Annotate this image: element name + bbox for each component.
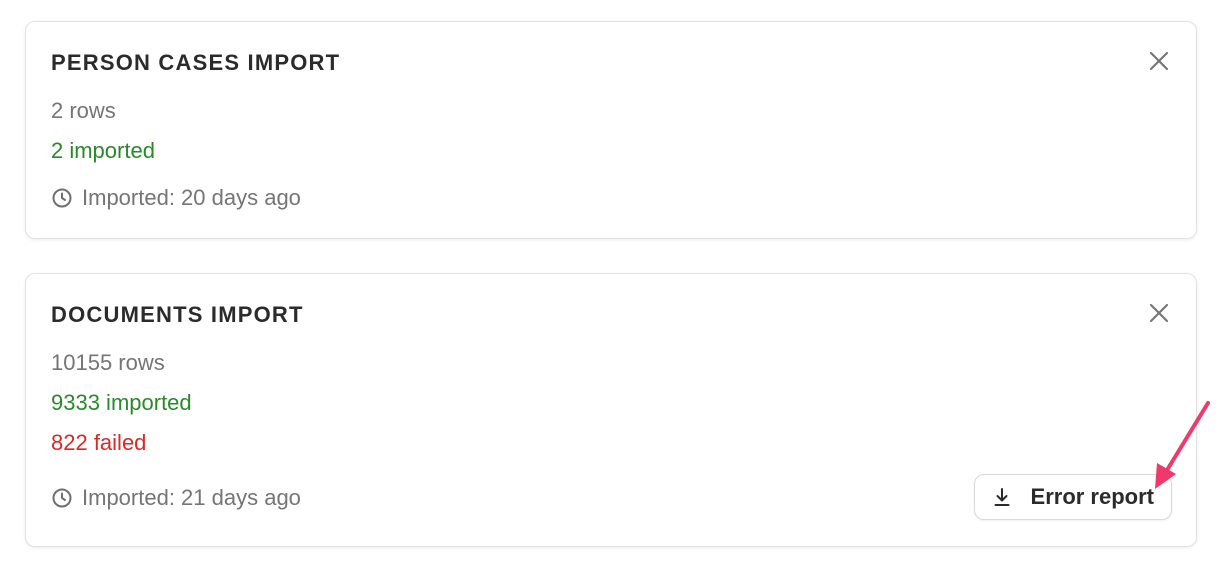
close-icon[interactable] xyxy=(1148,50,1170,72)
row-count: 2 rows xyxy=(51,98,116,123)
import-title: DOCUMENTS IMPORT xyxy=(51,302,304,327)
import-timestamp: Imported: 20 days ago xyxy=(51,185,301,211)
row-count: 10155 rows xyxy=(51,350,165,375)
download-icon xyxy=(993,487,1011,507)
imported-count: 2 imported xyxy=(51,138,155,163)
clock-icon xyxy=(51,187,73,209)
import-title: PERSON CASES IMPORT xyxy=(51,50,341,75)
imported-count: 9333 imported xyxy=(51,390,192,415)
timestamp-text: Imported: 20 days ago xyxy=(82,185,301,210)
failed-count: 822 failed xyxy=(51,430,147,455)
clock-icon xyxy=(51,487,73,509)
close-icon[interactable] xyxy=(1148,302,1170,324)
import-timestamp: Imported: 21 days ago xyxy=(51,485,301,511)
error-report-label: Error report xyxy=(1030,484,1154,509)
timestamp-text: Imported: 21 days ago xyxy=(82,485,301,510)
import-card-person-cases: PERSON CASES IMPORT 2 rows 2 imported Im… xyxy=(25,21,1197,239)
error-report-button[interactable]: Error report xyxy=(973,474,1172,520)
import-card-documents: DOCUMENTS IMPORT 10155 rows 9333 importe… xyxy=(25,273,1197,547)
